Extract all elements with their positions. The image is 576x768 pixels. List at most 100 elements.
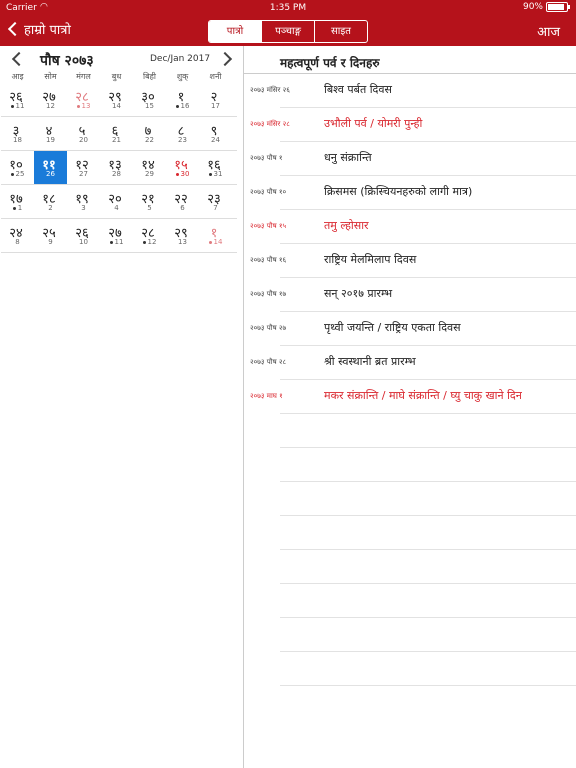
day-english-number: 8 xyxy=(1,238,34,246)
empty-row xyxy=(280,652,576,686)
calendar-day-cell[interactable]: ३० 15 xyxy=(133,83,166,116)
day-english-label: 20 xyxy=(79,136,88,144)
calendar-day-cell[interactable]: १७ 1 xyxy=(1,185,34,218)
event-row[interactable]: २०७३ मंसिर २६ बिश्व पर्बत दिवस xyxy=(250,74,576,108)
tab-sait[interactable]: साइत xyxy=(314,21,367,42)
day-english-label: 6 xyxy=(180,204,185,212)
calendar-day-cell[interactable]: २९ 14 xyxy=(100,83,133,116)
weekday-label: मंगल xyxy=(76,72,91,81)
day-english-label: 28 xyxy=(112,170,121,178)
calendar-grid: २६ 11 २७ 12 २८ 13 २९ 14 ३० 15 १ 16 २ 17 ३ 18 ४ 19 ५ 20 ६ 21 ७ 2… xyxy=(1,83,237,253)
back-button[interactable]: हाम्रो पात्रो xyxy=(6,20,71,38)
calendar-day-cell[interactable]: २५ 9 xyxy=(34,219,67,252)
calendar-day-cell[interactable]: ६ 21 xyxy=(100,117,133,150)
day-english-label: 31 xyxy=(213,170,223,178)
weekday-label: आइ xyxy=(11,72,24,81)
day-english-number: 23 xyxy=(166,136,199,144)
calendar-day-cell[interactable]: २२ 6 xyxy=(166,185,199,218)
calendar-day-cell[interactable]: १२ 27 xyxy=(67,151,100,184)
tab-panchang[interactable]: पञ्चाङ्ग xyxy=(261,21,314,42)
day-english-number: 12 xyxy=(133,238,166,246)
next-month-icon[interactable] xyxy=(217,51,233,67)
event-row[interactable]: २०७३ मंसिर २८ उभौली पर्व / योमरी पुन्ही xyxy=(250,108,576,142)
calendar-day-cell[interactable]: ३ 18 xyxy=(1,117,34,150)
event-dot-icon xyxy=(175,172,179,176)
calendar-day-cell[interactable]: २९ 13 xyxy=(166,219,199,252)
calendar-day-cell[interactable]: २६ 11 xyxy=(1,83,34,116)
event-dot-icon xyxy=(142,240,146,244)
day-english-label: 2 xyxy=(48,204,53,212)
event-name: मकर संक्रान्ति / माघे संक्रान्ति / घ्यु … xyxy=(324,389,522,402)
event-row[interactable]: २०७३ माघ १ मकर संक्रान्ति / माघे संक्रान्… xyxy=(250,380,576,414)
calendar-day-cell[interactable]: २० 4 xyxy=(100,185,133,218)
day-english-label: 7 xyxy=(213,204,218,212)
today-button[interactable]: आज xyxy=(537,22,560,40)
empty-row xyxy=(280,584,576,618)
calendar-day-cell[interactable]: २७ 11 xyxy=(100,219,133,252)
day-english-label: 17 xyxy=(211,102,220,110)
calendar-day-cell[interactable]: १६ 31 xyxy=(199,151,232,184)
event-row[interactable]: २०७३ पौष २८ श्री स्वस्थानी ब्रत प्रारम्भ xyxy=(250,346,576,380)
day-english-label: 22 xyxy=(145,136,154,144)
event-date: २०७३ मंसिर २६ xyxy=(250,86,290,94)
event-name: बिश्व पर्बत दिवस xyxy=(324,83,392,96)
day-english-number: 10 xyxy=(67,238,100,246)
day-english-label: 29 xyxy=(145,170,154,178)
empty-row xyxy=(280,448,576,482)
calendar-day-cell[interactable]: २८ 13 xyxy=(67,83,100,116)
calendar-day-cell[interactable]: २४ 8 xyxy=(1,219,34,252)
calendar-day-cell[interactable]: २३ 7 xyxy=(199,185,232,218)
day-english-number: 22 xyxy=(133,136,166,144)
calendar-day-cell[interactable]: १९ 3 xyxy=(67,185,100,218)
event-dot-icon xyxy=(12,206,16,210)
event-row[interactable]: २०७३ पौष १६ राष्ट्रिय मेलमिलाप दिवस xyxy=(250,244,576,278)
day-english-number: 13 xyxy=(166,238,199,246)
calendar-day-cell[interactable]: १३ 28 xyxy=(100,151,133,184)
event-row[interactable]: २०७३ पौष २७ पृथ्वी जयन्ति / राष्ट्रिय एकत… xyxy=(250,312,576,346)
event-date: २०७३ पौष १ xyxy=(250,154,283,162)
day-english-number: 7 xyxy=(199,204,232,212)
event-date: २०७३ पौष १० xyxy=(250,188,287,196)
month-calendar: पौष २०७३ Dec/Jan 2017 आइ सोम मंगल बुध बिही शु… xyxy=(0,46,243,768)
calendar-day-cell[interactable]: २८ 12 xyxy=(133,219,166,252)
calendar-day-cell[interactable]: २ 17 xyxy=(199,83,232,116)
event-row[interactable]: २०७३ पौष १० क्रिसमस (क्रिस्चियनहरुको लागी… xyxy=(250,176,576,210)
calendar-day-cell[interactable]: १० 25 xyxy=(1,151,34,184)
calendar-day-cell[interactable]: २६ 10 xyxy=(67,219,100,252)
tab-patro[interactable]: पात्रो xyxy=(209,21,261,42)
event-name: पृथ्वी जयन्ति / राष्ट्रिय एकता दिवस xyxy=(324,321,461,334)
event-row[interactable]: २०७३ पौष १७ सन् २०१७ प्रारम्भ xyxy=(250,278,576,312)
day-english-label: 13 xyxy=(81,102,91,110)
calendar-day-cell[interactable]: ७ 22 xyxy=(133,117,166,150)
calendar-day-cell[interactable]: ८ 23 xyxy=(166,117,199,150)
weekday-label: शनी xyxy=(209,72,222,81)
day-english-label: 12 xyxy=(46,102,55,110)
calendar-day-cell[interactable]: २१ 5 xyxy=(133,185,166,218)
event-dot-icon xyxy=(175,104,179,108)
event-row[interactable]: २०७३ पौष १ धनु संक्रान्ति xyxy=(250,142,576,176)
calendar-day-cell[interactable]: १४ 29 xyxy=(133,151,166,184)
day-english-number: 6 xyxy=(166,204,199,212)
event-name: तमु ल्होसार xyxy=(324,219,369,232)
calendar-day-cell[interactable]: १ 14 xyxy=(199,219,232,252)
day-english-label: 14 xyxy=(112,102,121,110)
calendar-day-cell[interactable]: ९ 24 xyxy=(199,117,232,150)
calendar-day-cell[interactable]: ५ 20 xyxy=(67,117,100,150)
calendar-day-cell[interactable]: ११ 26 xyxy=(34,151,67,184)
day-english-number: 15 xyxy=(133,102,166,110)
calendar-day-cell[interactable]: १५ 30 xyxy=(166,151,199,184)
calendar-day-cell[interactable]: १८ 2 xyxy=(34,185,67,218)
events-title: महत्वपूर्ण पर्व र दिनहरु xyxy=(280,56,380,70)
event-dot-icon xyxy=(208,240,212,244)
event-dot-icon xyxy=(10,172,14,176)
day-english-label: 10 xyxy=(79,238,88,246)
calendar-day-cell[interactable]: २७ 12 xyxy=(34,83,67,116)
day-english-label: 21 xyxy=(112,136,121,144)
calendar-day-cell[interactable]: ४ 19 xyxy=(34,117,67,150)
day-english-number: 31 xyxy=(199,170,232,178)
day-english-number: 19 xyxy=(34,136,67,144)
calendar-day-cell[interactable]: १ 16 xyxy=(166,83,199,116)
event-row[interactable]: २०७३ पौष १५ तमु ल्होसार xyxy=(250,210,576,244)
prev-month-icon[interactable] xyxy=(11,51,27,67)
day-english-number: 16 xyxy=(166,102,199,110)
